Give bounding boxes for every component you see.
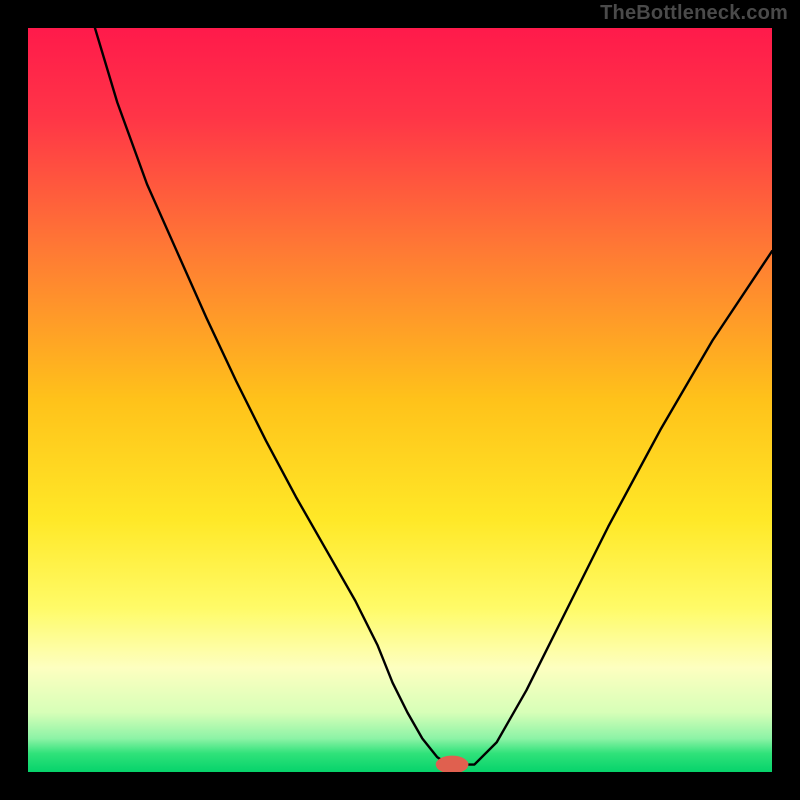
chart-frame: TheBottleneck.com <box>0 0 800 800</box>
watermark-text: TheBottleneck.com <box>600 2 788 25</box>
bottleneck-chart <box>28 28 772 772</box>
plot-area <box>28 28 772 772</box>
gradient-background <box>28 28 772 772</box>
